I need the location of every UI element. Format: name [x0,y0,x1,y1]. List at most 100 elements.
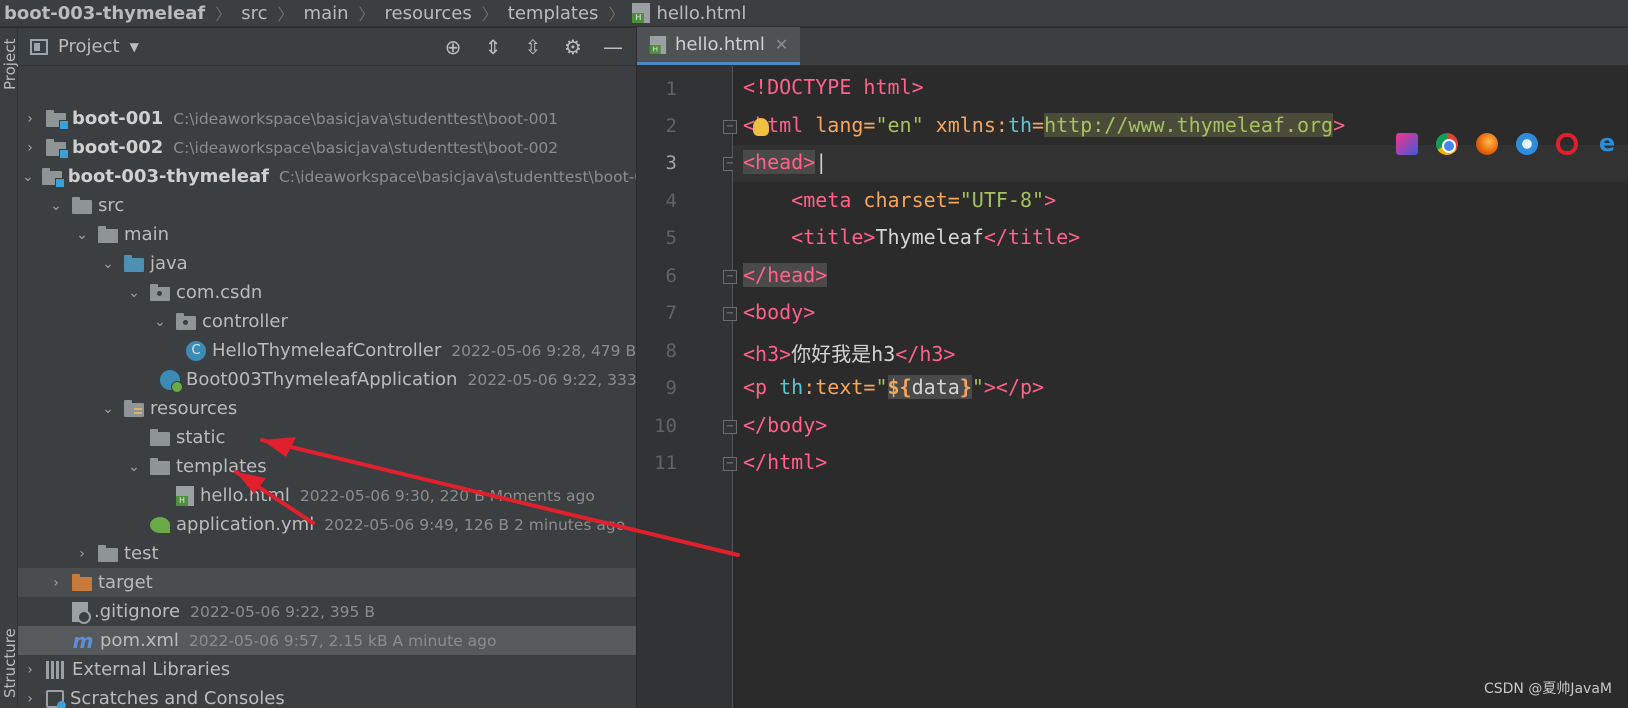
tree-item-application-yml[interactable]: application.yml 2022-05-06 9:49, 126 B 2… [18,510,636,539]
library-icon [46,660,66,679]
tree-item-templates[interactable]: ⌄ templates [18,452,636,481]
ignore-file-icon [72,601,91,624]
tree-item-label: hello.html [200,485,290,506]
chevron-down-icon[interactable]: ⌄ [126,285,142,301]
line-number: 3 [665,152,677,174]
class-icon: C [186,340,206,361]
code-line-2: <html lang="en" xmlns:th=http://www.thym… [743,113,1346,137]
tree-item-label: resources [150,398,238,419]
tree-item-label: External Libraries [72,659,231,680]
breadcrumb-item-file[interactable]: hello.html [656,3,752,24]
tree-item-application-class[interactable]: Boot003ThymeleafApplication 2022-05-06 9… [18,365,637,394]
chevron-right-icon: 〉 [277,5,294,24]
safari-icon[interactable] [1516,133,1538,155]
tree-item-scratches[interactable]: › Scratches and Consoles [18,684,636,708]
project-panel: Project ▼ ⊕ ⇕ ⇳ ⚙ — › boot-001 C:\ideawo… [18,28,637,708]
chevron-down-icon[interactable]: ▼ [130,40,139,54]
breadcrumb-item-project[interactable]: boot-003-thymeleaf [0,3,211,24]
chevron-down-icon[interactable]: ⌄ [48,198,64,214]
tree-item-path: C:\ideaworkspace\basicjava\studenttest\b… [173,138,559,157]
gear-icon[interactable]: ⚙ [562,35,584,59]
close-icon[interactable]: ✕ [775,35,788,54]
chevron-right-icon[interactable]: › [74,546,90,562]
chevron-right-icon: 〉 [358,5,375,24]
tree-item-hello-html[interactable]: hello.html 2022-05-06 9:30, 220 B Moment… [18,481,636,510]
firefox-icon[interactable] [1476,133,1498,155]
breadcrumb-item-resources[interactable]: resources [379,3,478,24]
tree-item-meta: 2022-05-06 9:22, 333 B 2 [467,370,637,389]
package-icon [150,283,170,301]
tree-item-pom-xml[interactable]: m pom.xml 2022-05-06 9:57, 2.15 kB A min… [18,626,636,655]
tree-item-meta: 2022-05-06 9:49, 126 B 2 minutes ago [324,515,626,534]
hide-icon[interactable]: — [602,35,624,59]
line-number: 2 [665,115,677,137]
tree-item-boot-001[interactable]: › boot-001 C:\ideaworkspace\basicjava\st… [18,104,636,133]
html-file-icon [649,35,667,54]
tree-item-boot-002[interactable]: › boot-002 C:\ideaworkspace\basicjava\st… [18,133,636,162]
tree-item-label: main [124,224,169,245]
tree-item-resources[interactable]: ⌄ resources [18,394,636,423]
locate-icon[interactable]: ⊕ [442,35,464,59]
tree-item-com-csdn[interactable]: ⌄ com.csdn [18,278,636,307]
left-tool-strip: Project Structure [0,28,19,708]
maven-icon: m [72,628,94,653]
chevron-right-icon[interactable]: › [48,575,64,591]
project-panel-header: Project ▼ ⊕ ⇕ ⇳ ⚙ — [18,28,636,66]
source-folder-icon [124,254,144,272]
tree-item-target[interactable]: › target [18,568,636,597]
tree-item-meta: 2022-05-06 9:28, 479 B Mo [451,341,637,360]
chevron-down-icon[interactable]: ⌄ [74,227,90,243]
project-toolbar: ⊕ ⇕ ⇳ ⚙ — [442,35,636,59]
tree-item-controller[interactable]: ⌄ controller [18,307,636,336]
watermark: CSDN @夏帅JavaM [1483,681,1612,697]
tab-hello-html[interactable]: hello.html ✕ [637,27,801,65]
collapse-all-icon[interactable]: ⇳ [522,35,544,59]
open-in-browser-bar: e [1396,131,1618,155]
chevron-right-icon[interactable]: › [22,691,38,707]
line-number: 1 [665,78,677,100]
tree-item-boot-003-thymeleaf[interactable]: ⌄ boot-003-thymeleaf C:\ideaworkspace\ba… [18,162,636,191]
opera-icon[interactable] [1556,133,1578,155]
chevron-down-icon[interactable]: ⌄ [100,401,116,417]
tree-item-main[interactable]: ⌄ main [18,220,636,249]
code-line-8: <h3>你好我是h3</h3> [743,342,956,366]
breadcrumb-item-templates[interactable]: templates [502,3,605,24]
chevron-right-icon[interactable]: › [22,140,38,156]
folder-icon [150,457,170,475]
code-line-3: <head>| [743,150,828,174]
code-line-6: </head> [743,263,828,287]
tree-item-static[interactable]: static [18,423,636,452]
tree-item-external-libraries[interactable]: › External Libraries [18,655,636,684]
intellij-icon[interactable] [1396,133,1418,155]
chevron-right-icon: 〉 [608,5,625,24]
tree-item-label: com.csdn [176,282,263,303]
chevron-right-icon[interactable]: › [22,662,38,678]
lightbulb-icon[interactable] [753,118,769,136]
chevron-down-icon[interactable]: ⌄ [22,169,34,185]
chrome-icon[interactable] [1436,133,1458,155]
chevron-down-icon[interactable]: ⌄ [100,256,116,272]
chevron-right-icon: 〉 [481,5,498,24]
folder-icon [72,196,92,214]
tree-item-java[interactable]: ⌄ java [18,249,636,278]
breadcrumb-item-src[interactable]: src [235,3,273,24]
project-tool-tab[interactable]: Project [0,28,19,108]
ie-icon[interactable]: e [1596,131,1618,155]
structure-tool-tab[interactable]: Structure [0,588,19,708]
tree-item-label: Boot003ThymeleafApplication [186,369,458,390]
chevron-right-icon[interactable]: › [22,111,38,127]
line-number: 10 [654,415,677,437]
project-view-selector[interactable]: Project [58,36,120,57]
code-area[interactable]: <!DOCTYPE html> <html lang="en" xmlns:th… [733,66,1628,708]
tree-item-src[interactable]: ⌄ src [18,191,636,220]
tree-item-hello-controller[interactable]: C HelloThymeleafController 2022-05-06 9:… [18,336,637,365]
tree-item-meta: 2022-05-06 9:30, 220 B Moments ago [299,486,595,505]
chevron-down-icon[interactable]: ⌄ [152,314,168,330]
tree-item-test[interactable]: › test [18,539,636,568]
breadcrumb-item-main[interactable]: main [298,3,355,24]
code-line-10: </body> [743,413,828,437]
chevron-down-icon[interactable]: ⌄ [126,459,142,475]
module-folder-icon [46,138,69,159]
expand-all-icon[interactable]: ⇕ [482,35,504,59]
tree-item-gitignore[interactable]: .gitignore 2022-05-06 9:22, 395 B [18,597,636,626]
